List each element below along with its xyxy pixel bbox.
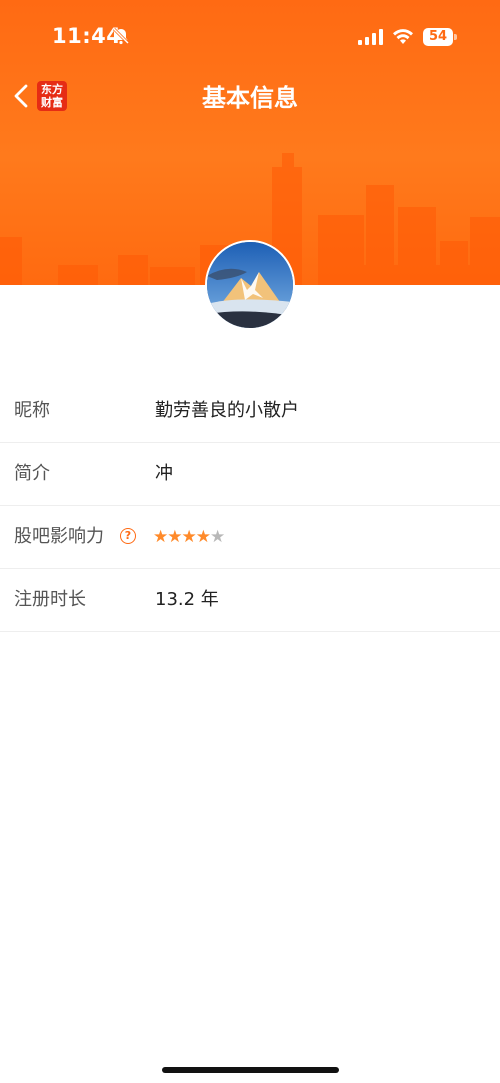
avatar[interactable]: [205, 240, 295, 330]
bio-label: 简介: [14, 463, 50, 484]
battery-tip: [454, 34, 457, 40]
bio-row: 简介 冲: [0, 443, 500, 506]
bell-muted-icon: [112, 27, 130, 45]
cellular-signal-icon: [358, 29, 383, 45]
star-filled-icon: ★: [195, 527, 211, 547]
nickname-label: 昵称: [14, 400, 50, 421]
mountain-avatar-image: [207, 242, 293, 328]
influence-row: 股吧影响力 ? ★★★★★: [0, 506, 500, 569]
star-filled-icon: ★: [153, 527, 168, 547]
status-time: 11:44: [52, 24, 122, 48]
registration-value: 13.2 年: [155, 589, 219, 610]
home-indicator[interactable]: [162, 1067, 339, 1073]
nickname-row: 昵称 勤劳善良的小散户: [0, 380, 500, 443]
nickname-value: 勤劳善良的小散户: [155, 400, 299, 421]
influence-star-rating: ★★★★★: [153, 506, 225, 568]
help-question-icon[interactable]: ?: [120, 528, 136, 544]
star-empty-icon: ★: [210, 527, 225, 547]
battery-indicator: 54: [423, 28, 457, 46]
profile-info-list: 昵称 勤劳善良的小散户 简介 冲 股吧影响力 ? ★★★★★ 注册时长 13.2…: [0, 380, 500, 632]
page-title: 基本信息: [202, 84, 298, 112]
registration-duration-row: 注册时长 13.2 年: [0, 569, 500, 632]
battery-level: 54: [423, 28, 453, 46]
registration-label: 注册时长: [14, 589, 86, 610]
star-filled-icon: ★: [167, 527, 182, 547]
star-filled-icon: ★: [181, 527, 197, 547]
wifi-icon: [393, 29, 413, 44]
bio-value: 冲: [155, 463, 173, 484]
influence-label: 股吧影响力: [14, 526, 104, 547]
status-bar: 11:44 54: [0, 0, 500, 74]
